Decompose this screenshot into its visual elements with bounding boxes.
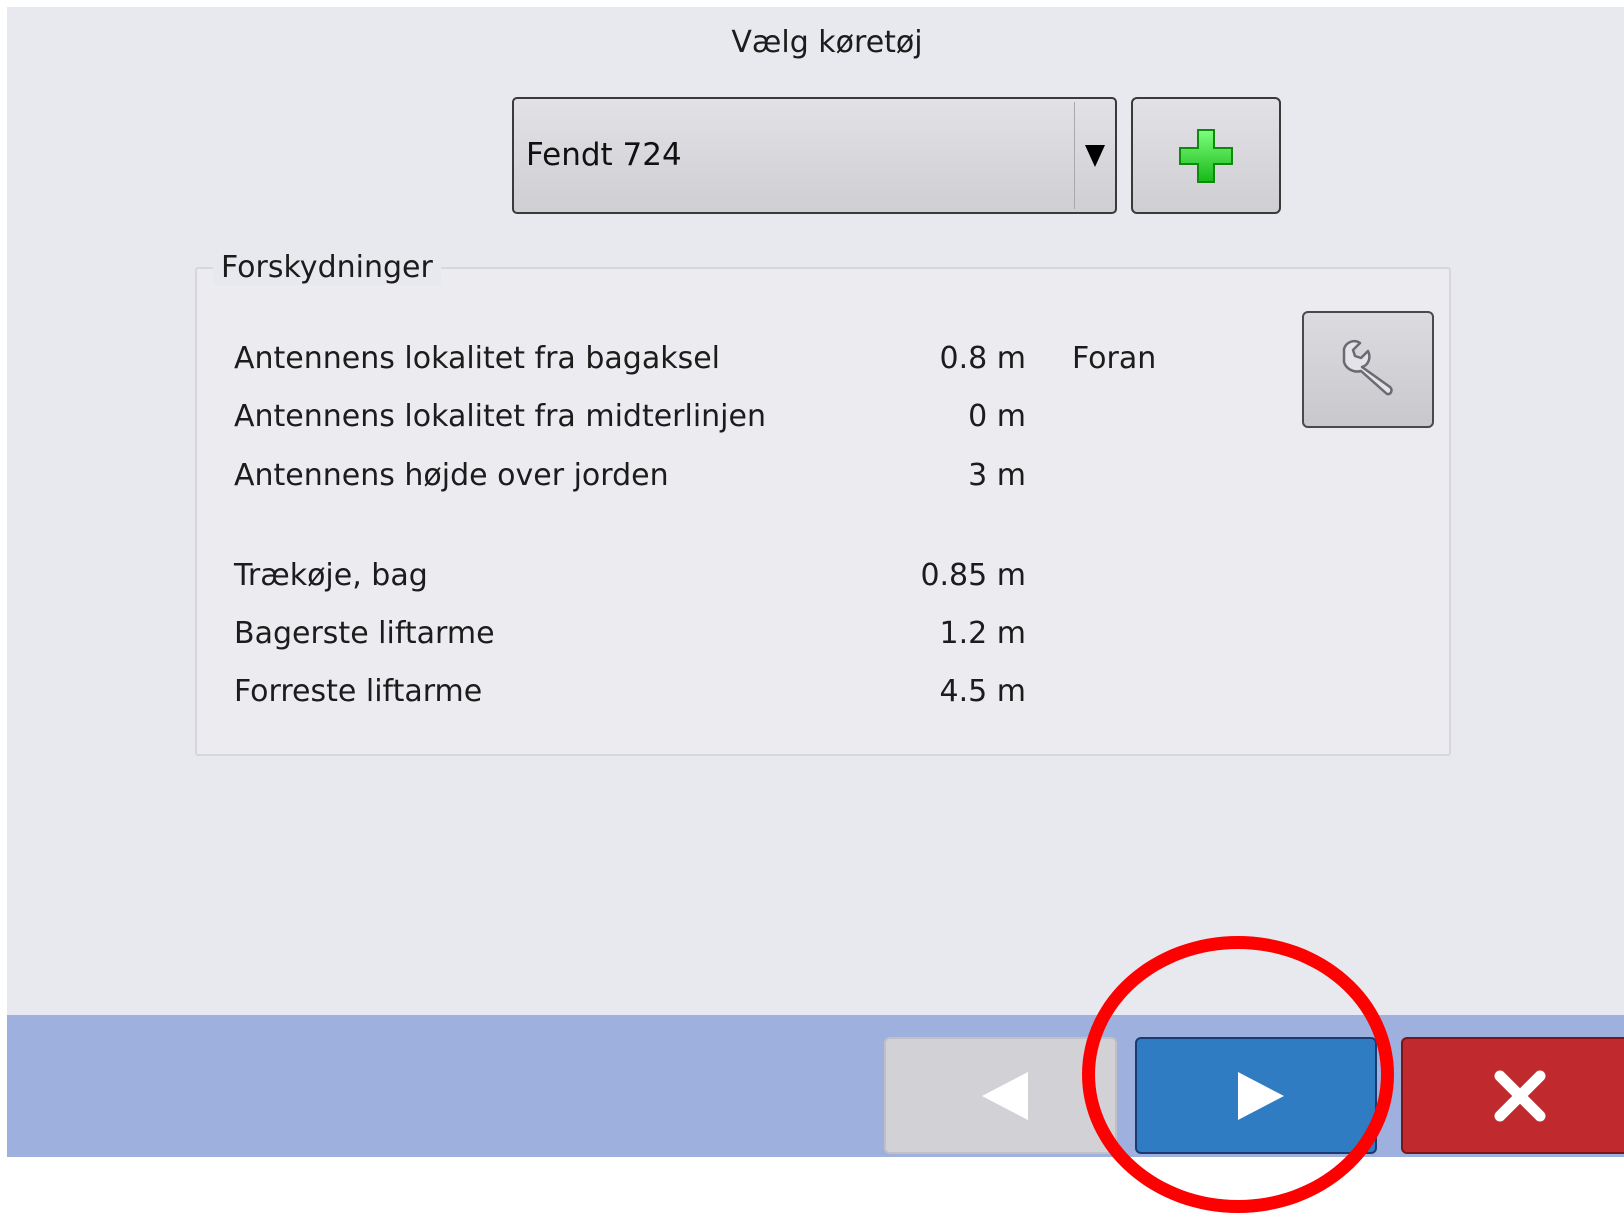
offset-label-rear-hitch: Trækøje, bag	[234, 558, 428, 593]
dropdown-divider	[1074, 102, 1075, 209]
offset-value-antenna-centerline: 0 m	[968, 399, 1026, 434]
offset-label-rear-lift-arms: Bagerste liftarme	[234, 616, 495, 651]
offset-label-antenna-height: Antennens højde over jorden	[234, 458, 669, 493]
arrow-left-icon	[982, 1072, 1028, 1120]
close-icon	[1494, 1070, 1546, 1122]
offsets-group-title: Forskydninger	[213, 250, 441, 285]
offset-label-antenna-centerline: Antennens lokalitet fra midterlinjen	[234, 399, 766, 434]
triangle-down-icon	[1085, 145, 1105, 167]
offset-value-antenna-height: 3 m	[968, 458, 1026, 493]
wizard-screen: Vælg køretøj Fendt 724 Forskydninger Ant…	[7, 7, 1624, 1157]
back-button[interactable]	[884, 1037, 1117, 1154]
cancel-button[interactable]	[1401, 1037, 1624, 1154]
bottom-nav-bar	[7, 1015, 1624, 1157]
vehicle-dropdown-value: Fendt 724	[526, 137, 682, 173]
page-title: Vælg køretøj	[731, 25, 923, 60]
wrench-icon	[1342, 340, 1393, 396]
vehicle-dropdown[interactable]: Fendt 724	[512, 97, 1117, 214]
offset-label-front-lift-arms: Forreste liftarme	[234, 674, 483, 709]
add-vehicle-button[interactable]	[1131, 97, 1281, 214]
arrow-right-icon	[1238, 1072, 1284, 1120]
offset-label-antenna-rear-axle: Antennens lokalitet fra bagaksel	[234, 341, 720, 376]
plus-icon	[1179, 129, 1233, 183]
offset-value-antenna-rear-axle: 0.8 m	[939, 341, 1026, 376]
offset-direction-antenna-rear-axle: Foran	[1072, 341, 1157, 376]
offset-value-rear-lift-arms: 1.2 m	[939, 616, 1026, 651]
next-button[interactable]	[1135, 1037, 1377, 1154]
offset-value-front-lift-arms: 4.5 m	[939, 674, 1026, 709]
offset-value-rear-hitch: 0.85 m	[920, 558, 1026, 593]
edit-offsets-button[interactable]	[1302, 311, 1434, 428]
